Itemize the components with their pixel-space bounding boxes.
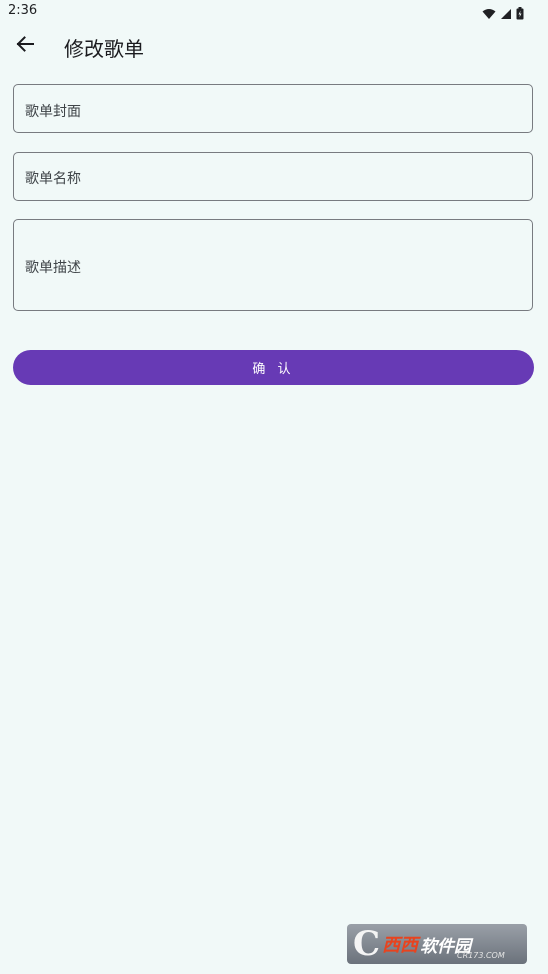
status-bar: 2:36 xyxy=(0,0,548,24)
watermark-logo: C 西西 软件园 CR173.COM xyxy=(347,924,527,964)
wifi-icon xyxy=(482,5,496,24)
watermark-subtext: CR173.COM xyxy=(457,951,505,960)
watermark-text-red: 西西 xyxy=(382,935,419,956)
page-title: 修改歌单 xyxy=(64,37,144,61)
playlist-name-field[interactable]: 歌单名称 xyxy=(13,152,533,201)
playlist-cover-label: 歌单封面 xyxy=(25,104,81,120)
playlist-description-field[interactable]: 歌单描述 xyxy=(13,219,533,311)
playlist-description-label: 歌单描述 xyxy=(25,260,81,276)
battery-icon xyxy=(516,5,524,24)
playlist-cover-field[interactable]: 歌单封面 xyxy=(13,84,533,133)
watermark-c-icon: C xyxy=(353,924,381,964)
arrow-left-icon xyxy=(16,35,34,57)
playlist-name-label: 歌单名称 xyxy=(25,171,81,187)
confirm-button[interactable]: 确 认 xyxy=(13,350,534,385)
app-bar: 修改歌单 xyxy=(0,24,548,68)
back-button[interactable] xyxy=(12,33,38,59)
status-icons xyxy=(482,5,524,24)
signal-icon xyxy=(500,5,512,24)
status-time: 2:36 xyxy=(8,3,38,18)
